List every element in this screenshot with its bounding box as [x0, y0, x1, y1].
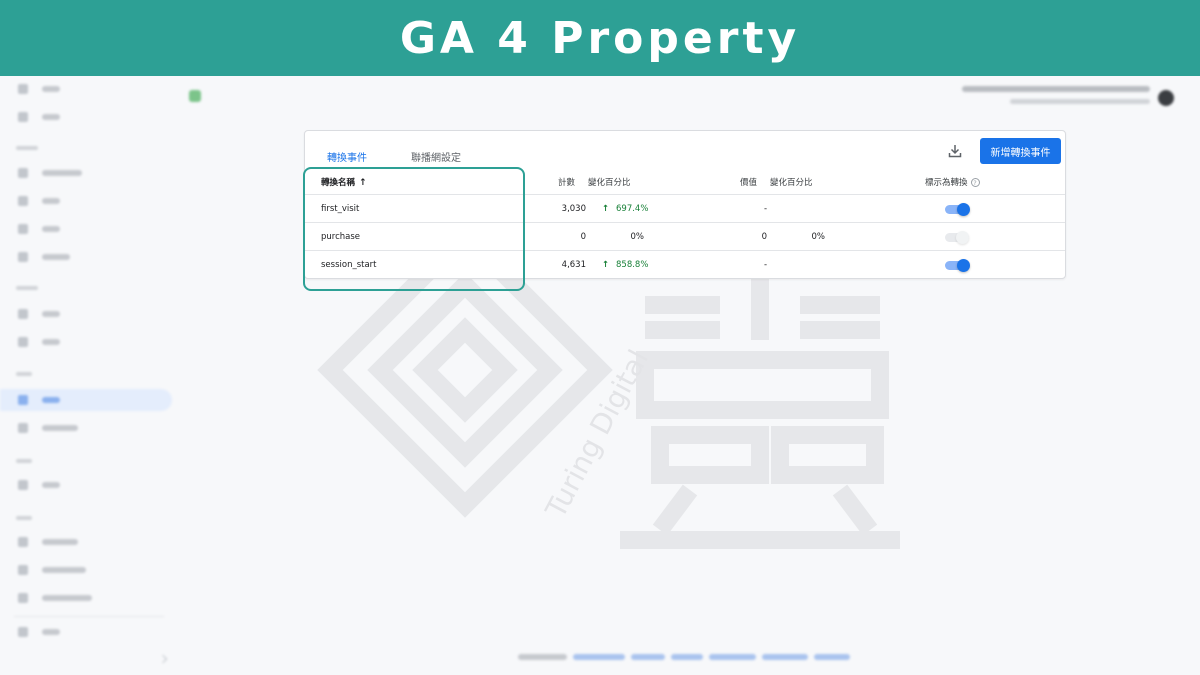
- column-header-name-label: 轉換名稱: [321, 178, 356, 188]
- sidebar-item[interactable]: [0, 218, 176, 240]
- event-count: 4,631: [561, 260, 586, 270]
- column-header-count-change[interactable]: 變化百分比: [588, 176, 631, 188]
- event-name: purchase: [321, 232, 361, 242]
- nav-icon: [18, 224, 28, 234]
- sidebar-item[interactable]: [0, 331, 176, 353]
- sidebar-item[interactable]: [0, 78, 176, 100]
- nav-icon: [18, 309, 28, 319]
- table-row[interactable]: session_start 4,631 ↑ 858.8% -: [305, 251, 1065, 279]
- sidebar-item[interactable]: [0, 417, 176, 439]
- event-count: 3,030: [561, 204, 586, 214]
- sidebar-item[interactable]: [0, 587, 176, 609]
- sidebar-item[interactable]: [0, 106, 176, 128]
- sidebar-nav: [0, 76, 176, 675]
- column-header-value-change[interactable]: 變化百分比: [770, 176, 813, 188]
- nav-icon: [18, 537, 28, 547]
- conversion-toggle[interactable]: [945, 203, 970, 216]
- banner-title: GA 4 Property: [399, 12, 801, 64]
- count-change-value: 858.8%: [616, 260, 649, 270]
- trend-up-icon: ↑: [602, 204, 610, 214]
- account-selector[interactable]: [960, 84, 1150, 114]
- event-name: session_start: [321, 260, 377, 270]
- sidebar-item[interactable]: [0, 246, 176, 268]
- sidebar-item[interactable]: [0, 474, 176, 496]
- conversion-events-card: 轉換事件 聯播網設定 新增轉換事件 轉換名稱 ↑ 計數 變化百分比 價值 變化百分…: [304, 130, 1066, 279]
- nav-icon: [18, 627, 28, 637]
- tab-network-settings[interactable]: 聯播網設定: [411, 149, 461, 164]
- avatar[interactable]: [1158, 90, 1174, 106]
- title-banner: GA 4 Property: [0, 0, 1200, 76]
- page-footer: [518, 654, 850, 662]
- table-header: 轉換名稱 ↑ 計數 變化百分比 價值 變化百分比 標示為轉換?: [305, 167, 1065, 195]
- nav-icon: [18, 565, 28, 575]
- nav-icon: [18, 196, 28, 206]
- sidebar-item[interactable]: [0, 559, 176, 581]
- value-change: 0%: [811, 232, 826, 242]
- sidebar-item[interactable]: [0, 531, 176, 553]
- nav-icon: [18, 112, 28, 122]
- download-icon[interactable]: [946, 142, 964, 160]
- product-logo: [189, 90, 201, 102]
- collapse-sidebar-icon[interactable]: [158, 654, 168, 664]
- nav-icon: [18, 593, 28, 603]
- column-header-count[interactable]: 計數: [558, 176, 575, 188]
- sort-ascending-icon: ↑: [359, 178, 367, 188]
- sidebar-item[interactable]: [0, 621, 176, 643]
- column-header-mark-label: 標示為轉換: [925, 178, 968, 188]
- event-value: -: [764, 260, 768, 270]
- event-value: 0: [761, 232, 767, 242]
- sidebar-item[interactable]: [0, 162, 176, 184]
- count-change-value: 697.4%: [616, 204, 649, 214]
- sidebar-item-active[interactable]: [0, 389, 172, 411]
- count-change: 0%: [630, 232, 645, 242]
- nav-icon: [18, 395, 28, 405]
- table-row[interactable]: purchase 0 0% 0 0%: [305, 223, 1065, 251]
- tab-conversion-events[interactable]: 轉換事件: [327, 149, 367, 164]
- help-icon[interactable]: ?: [970, 178, 980, 187]
- nav-icon: [18, 168, 28, 178]
- column-header-mark-as-conversion: 標示為轉換?: [925, 176, 980, 188]
- event-name: first_visit: [321, 204, 360, 214]
- event-count: 0: [580, 232, 586, 242]
- table-row[interactable]: first_visit 3,030 ↑ 697.4% -: [305, 195, 1065, 223]
- conversion-toggle[interactable]: [945, 231, 970, 244]
- nav-icon: [18, 84, 28, 94]
- trend-up-icon: ↑: [602, 260, 610, 270]
- sidebar-item[interactable]: [0, 303, 176, 325]
- count-change: ↑ 858.8%: [602, 260, 648, 270]
- nav-icon: [18, 423, 28, 433]
- watermark-text: Turing Digital: [539, 344, 656, 524]
- add-conversion-event-button[interactable]: 新增轉換事件: [980, 138, 1061, 164]
- count-change: ↑ 697.4%: [602, 204, 648, 214]
- event-value: -: [764, 204, 768, 214]
- nav-icon: [18, 252, 28, 262]
- column-header-value[interactable]: 價值: [740, 176, 757, 188]
- column-header-name[interactable]: 轉換名稱 ↑: [321, 176, 367, 188]
- sidebar-item[interactable]: [0, 190, 176, 212]
- nav-icon: [18, 337, 28, 347]
- conversion-toggle[interactable]: [945, 259, 970, 272]
- nav-icon: [18, 480, 28, 490]
